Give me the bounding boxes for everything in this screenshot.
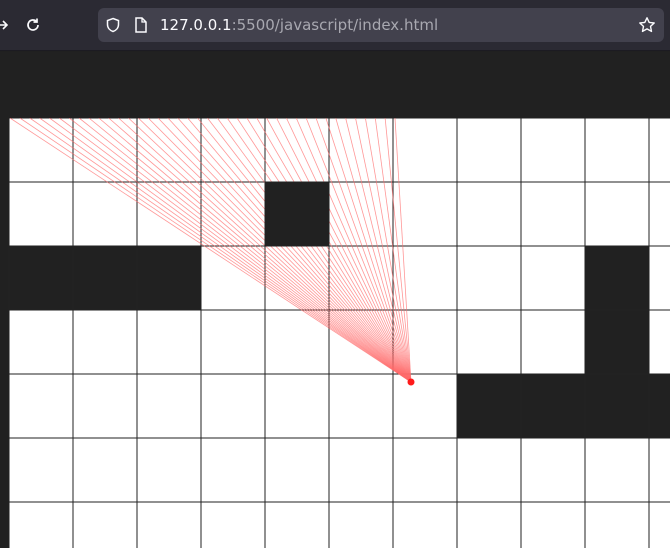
floor-cell — [136, 501, 202, 548]
shield-icon[interactable] — [104, 16, 122, 34]
floor-cell — [392, 501, 458, 548]
floor-cell — [648, 309, 670, 375]
map-svg — [0, 52, 670, 548]
floor-cell — [520, 437, 586, 503]
floor-cell — [200, 437, 266, 503]
floor-cell — [200, 373, 266, 439]
floor-cell — [392, 245, 458, 311]
floor-cell — [264, 437, 330, 503]
floor-cell — [520, 309, 586, 375]
page-icon — [132, 16, 150, 34]
floor-cell — [328, 181, 394, 247]
floor-cell — [72, 373, 138, 439]
floor-cell — [456, 117, 522, 183]
wall-cell — [648, 373, 670, 439]
floor-cell — [136, 437, 202, 503]
wall-cell — [264, 181, 330, 247]
wall-cell — [584, 245, 650, 311]
floor-cell — [456, 437, 522, 503]
wall-cell — [584, 309, 650, 375]
floor-cell — [392, 373, 458, 439]
url-host: 127.0.0.1 — [160, 16, 232, 34]
floor-cell — [520, 117, 586, 183]
floor-cell — [8, 373, 74, 439]
floor-cell — [200, 309, 266, 375]
floor-cell — [648, 437, 670, 503]
floor-cell — [8, 437, 74, 503]
floor-cell — [136, 309, 202, 375]
top-band — [0, 52, 670, 118]
floor-cell — [456, 309, 522, 375]
star-icon[interactable] — [638, 16, 656, 34]
floor-cell — [648, 181, 670, 247]
arrow-right-icon[interactable] — [0, 12, 16, 38]
floor-cell — [264, 501, 330, 548]
floor-cell — [8, 181, 74, 247]
floor-cell — [8, 501, 74, 548]
floor-cell — [328, 437, 394, 503]
floor-cell — [328, 373, 394, 439]
floor-cell — [136, 117, 202, 183]
raycast-canvas[interactable] — [0, 52, 670, 548]
floor-cell — [136, 373, 202, 439]
floor-cell — [8, 117, 74, 183]
floor-cell — [648, 117, 670, 183]
floor-cell — [520, 245, 586, 311]
url-text[interactable]: 127.0.0.1:5500/javascript/index.html — [160, 16, 438, 34]
wall-cell — [8, 245, 74, 311]
floor-cell — [584, 501, 650, 548]
floor-cell — [72, 309, 138, 375]
floor-cell — [264, 373, 330, 439]
url-path: :5500/javascript/index.html — [231, 16, 439, 34]
floor-cell — [200, 501, 266, 548]
floor-cell — [392, 181, 458, 247]
floor-cell — [72, 181, 138, 247]
floor-cell — [8, 309, 74, 375]
wall-cell — [520, 373, 586, 439]
floor-cell — [392, 437, 458, 503]
floor-cell — [264, 309, 330, 375]
floor-cell — [328, 501, 394, 548]
wall-cell — [72, 245, 138, 311]
floor-cell — [584, 181, 650, 247]
floor-cell — [584, 437, 650, 503]
floor-cell — [456, 245, 522, 311]
wall-cell — [136, 245, 202, 311]
floor-cell — [648, 245, 670, 311]
address-bar[interactable]: 127.0.0.1:5500/javascript/index.html — [98, 8, 664, 42]
floor-cell — [584, 117, 650, 183]
floor-cell — [72, 437, 138, 503]
player-dot — [407, 378, 415, 386]
floor-cell — [72, 501, 138, 548]
reload-icon[interactable] — [20, 12, 46, 38]
floor-cell — [456, 501, 522, 548]
floor-cell — [392, 117, 458, 183]
floor-cell — [520, 181, 586, 247]
wall-cell — [584, 373, 650, 439]
floor-cell — [456, 181, 522, 247]
floor-cell — [648, 501, 670, 548]
wall-cell — [456, 373, 522, 439]
floor-cell — [520, 501, 586, 548]
browser-toolbar: 127.0.0.1:5500/javascript/index.html — [0, 0, 670, 51]
